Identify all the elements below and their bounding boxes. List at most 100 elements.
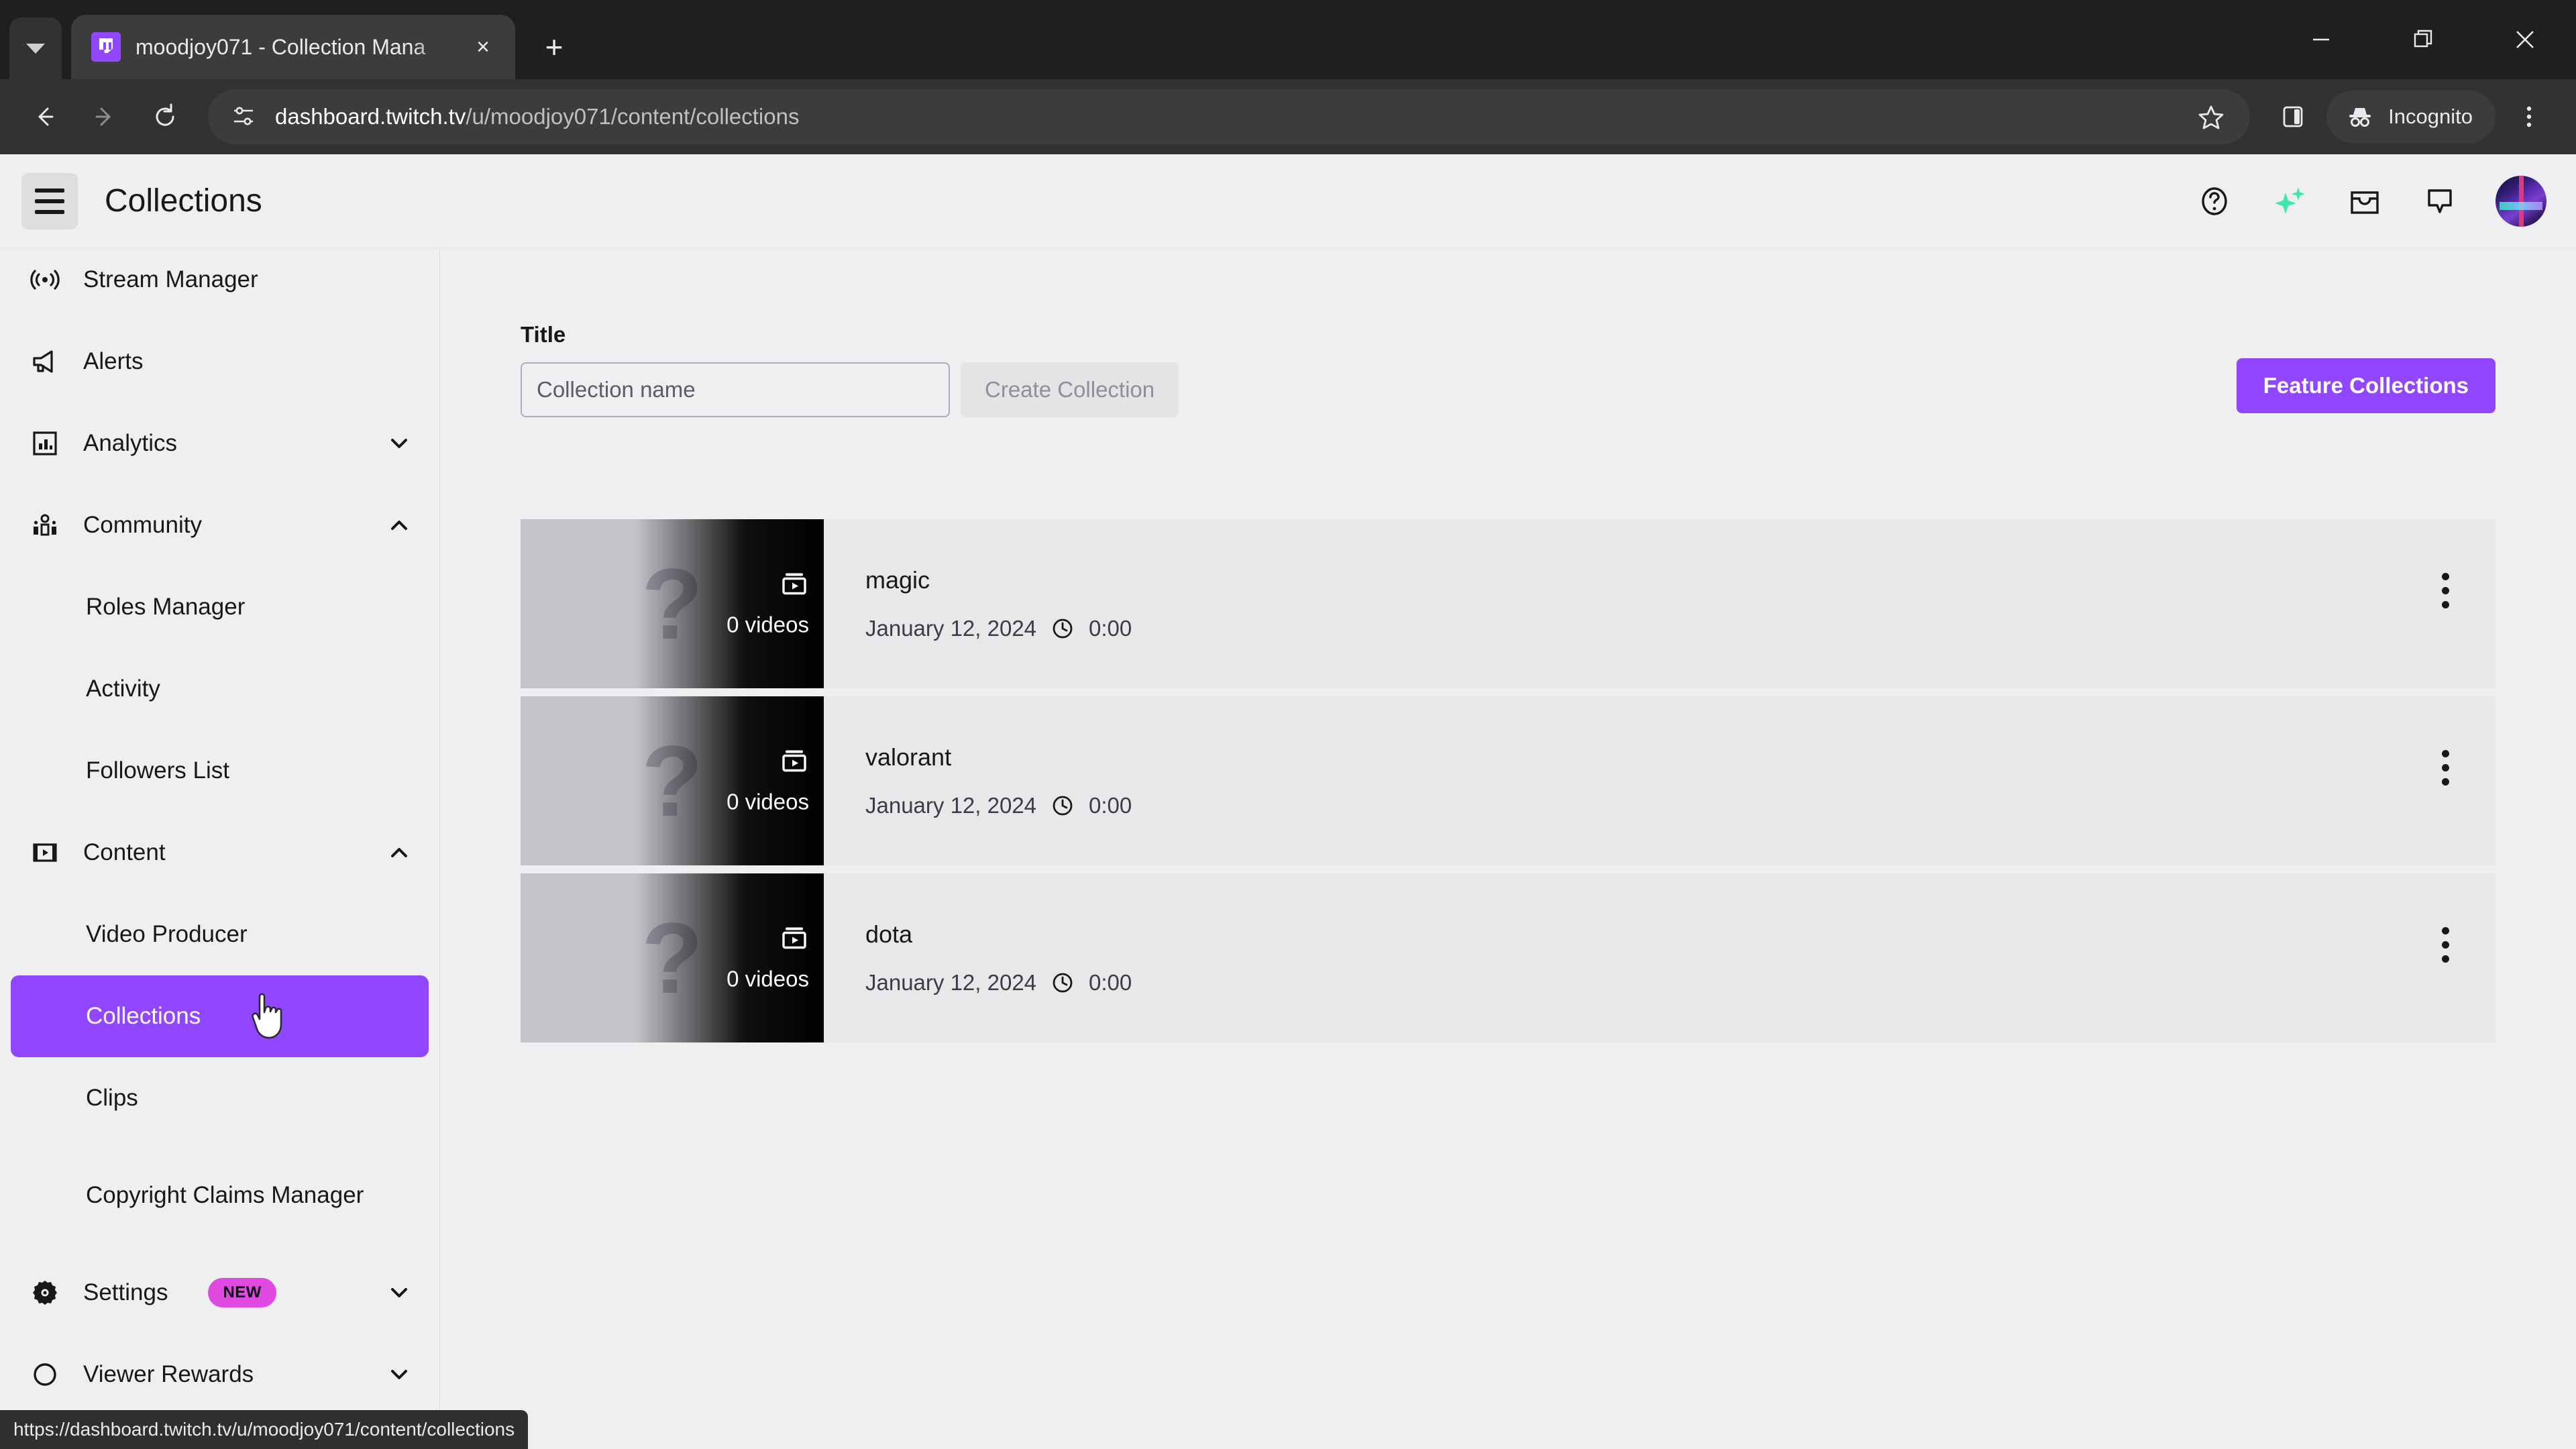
help-icon[interactable] (2195, 182, 2234, 221)
browser-tab[interactable]: moodjoy071 - Collection Mana × (71, 15, 515, 79)
collection-actions (2395, 519, 2496, 688)
sidebar-item-copyright-claims-manager[interactable]: Copyright Claims Manager (0, 1139, 439, 1252)
collection-name-input[interactable] (521, 362, 950, 417)
sidebar-item-followers-list[interactable]: Followers List (0, 730, 439, 812)
whispers-icon[interactable] (2420, 182, 2459, 221)
chevron-down-icon (386, 430, 413, 457)
url-host: dashboard.twitch.tv (275, 104, 466, 129)
create-collection-form: Title Create Collection (521, 322, 1179, 417)
address-bar[interactable]: dashboard.twitch.tv/u/moodjoy071/content… (208, 89, 2251, 144)
sidebar-item-stream-manager[interactable]: Stream Manager (0, 248, 439, 321)
community-icon (30, 510, 60, 541)
status-bar-url: https://dashboard.twitch.tv/u/moodjoy071… (0, 1410, 529, 1449)
forward-arrow-icon[interactable] (78, 90, 131, 144)
collection-thumbnail[interactable]: ? 0 videos (521, 873, 824, 1042)
collection-duration: 0:00 (1089, 793, 1132, 818)
minimize-icon[interactable] (2270, 0, 2372, 79)
restore-icon[interactable] (2372, 0, 2474, 79)
tune-icon[interactable] (228, 101, 259, 132)
mouse-cursor (248, 992, 289, 1040)
thumbnail-meta: 0 videos (727, 570, 809, 638)
back-arrow-icon[interactable] (17, 90, 71, 144)
rewards-icon (30, 1359, 60, 1390)
collection-meta: January 12, 2024 0:00 (865, 616, 2395, 641)
avatar[interactable] (2496, 175, 2546, 227)
sidebar-item-clips[interactable]: Clips (0, 1057, 439, 1139)
row-menu-icon[interactable] (2441, 749, 2449, 786)
collection-info: valorant January 12, 2024 0:00 (824, 696, 2395, 865)
collection-duration: 0:00 (1089, 616, 1132, 641)
sidebar-item-label: Clips (86, 1085, 138, 1111)
collection-thumbnail[interactable]: ? 0 videos (521, 519, 824, 688)
new-tab-button[interactable]: + (530, 23, 578, 71)
sidebar-item-video-producer[interactable]: Video Producer (0, 894, 439, 975)
collection-date: January 12, 2024 (865, 616, 1037, 641)
page-title: Collections (105, 183, 262, 219)
clock-icon (1051, 971, 1074, 994)
close-icon[interactable] (2474, 0, 2576, 79)
chart-icon (30, 428, 60, 459)
chevron-up-icon (386, 839, 413, 866)
kebab-dot (2441, 777, 2449, 786)
sidebar-item-content[interactable]: Content (0, 812, 439, 894)
page-content: Collections Stream Manager Alerts Analyt… (0, 154, 2576, 1449)
collection-row[interactable]: ? 0 videos (521, 873, 2496, 1042)
sidebar-item-settings[interactable]: Settings NEW (0, 1252, 439, 1334)
url-path: /u/moodjoy071/content/collections (466, 104, 800, 129)
sidebar-item-alerts[interactable]: Alerts (0, 321, 439, 402)
star-icon[interactable] (2184, 90, 2238, 144)
clock-icon (1051, 617, 1074, 640)
incognito-indicator[interactable]: Incognito (2326, 91, 2496, 143)
sidebar-item-activity[interactable]: Activity (0, 648, 439, 730)
collection-info: magic January 12, 2024 0:00 (824, 519, 2395, 688)
collection-row[interactable]: ? 0 videos (521, 519, 2496, 688)
collection-duration: 0:00 (1089, 970, 1132, 995)
collection-meta: January 12, 2024 0:00 (865, 970, 2395, 996)
video-count: 0 videos (727, 789, 809, 814)
dashboard-sidebar: Stream Manager Alerts Analytics Communit… (0, 248, 440, 1449)
sidebar-item-label: Copyright Claims Manager (86, 1182, 364, 1209)
collection-stack-icon (780, 924, 809, 957)
create-collection-button[interactable]: Create Collection (961, 362, 1179, 417)
feature-collections-button[interactable]: Feature Collections (2236, 358, 2496, 413)
sparkle-icon[interactable] (2270, 182, 2309, 221)
hamburger-icon[interactable] (21, 172, 78, 229)
collection-row[interactable]: ? 0 videos (521, 696, 2496, 865)
gear-icon (30, 1277, 60, 1308)
kebab-dot (2441, 586, 2449, 594)
sidebar-item-collections[interactable]: Collections (11, 975, 429, 1057)
three-dot-menu-icon[interactable] (2502, 90, 2556, 144)
sidebar-item-label: Viewer Rewards (83, 1361, 254, 1387)
close-icon[interactable]: × (466, 30, 500, 64)
tab-search-button[interactable] (9, 17, 62, 79)
thumbnail-meta: 0 videos (727, 747, 809, 815)
row-menu-icon[interactable] (2441, 572, 2449, 608)
create-controls: Create Collection (521, 362, 1179, 417)
chevron-up-icon (386, 512, 413, 539)
row-menu-icon[interactable] (2441, 926, 2449, 963)
collection-meta: January 12, 2024 0:00 (865, 793, 2395, 818)
browser-toolbar: dashboard.twitch.tv/u/moodjoy071/content… (0, 79, 2576, 154)
inbox-icon[interactable] (2345, 182, 2384, 221)
sidebar-scroll[interactable]: Stream Manager Alerts Analytics Communit… (0, 248, 439, 1449)
sidebar-item-community[interactable]: Community (0, 484, 439, 566)
collection-actions (2395, 696, 2496, 865)
browser-window: moodjoy071 - Collection Mana × + dashboa… (0, 0, 2576, 1449)
side-panel-icon[interactable] (2266, 90, 2320, 144)
sidebar-item-viewer-rewards[interactable]: Viewer Rewards (0, 1334, 439, 1415)
sidebar-item-analytics[interactable]: Analytics (0, 402, 439, 484)
dashboard-body: Stream Manager Alerts Analytics Communit… (0, 248, 2576, 1449)
title-label: Title (521, 322, 566, 347)
collection-info: dota January 12, 2024 0:00 (824, 873, 2395, 1042)
chevron-down-icon (26, 43, 45, 54)
thumbnail-meta: 0 videos (727, 924, 809, 992)
sidebar-item-roles-manager[interactable]: Roles Manager (0, 566, 439, 648)
sidebar-item-label: Content (83, 839, 166, 865)
video-count: 0 videos (727, 612, 809, 637)
sidebar-item-label: Followers List (86, 757, 229, 784)
kebab-dot (2441, 955, 2449, 963)
collections-main: Title Create Collection Feature Collecti… (440, 248, 2576, 1449)
collection-thumbnail[interactable]: ? 0 videos (521, 696, 824, 865)
sidebar-item-label: Video Producer (86, 921, 248, 947)
reload-icon[interactable] (138, 90, 192, 144)
